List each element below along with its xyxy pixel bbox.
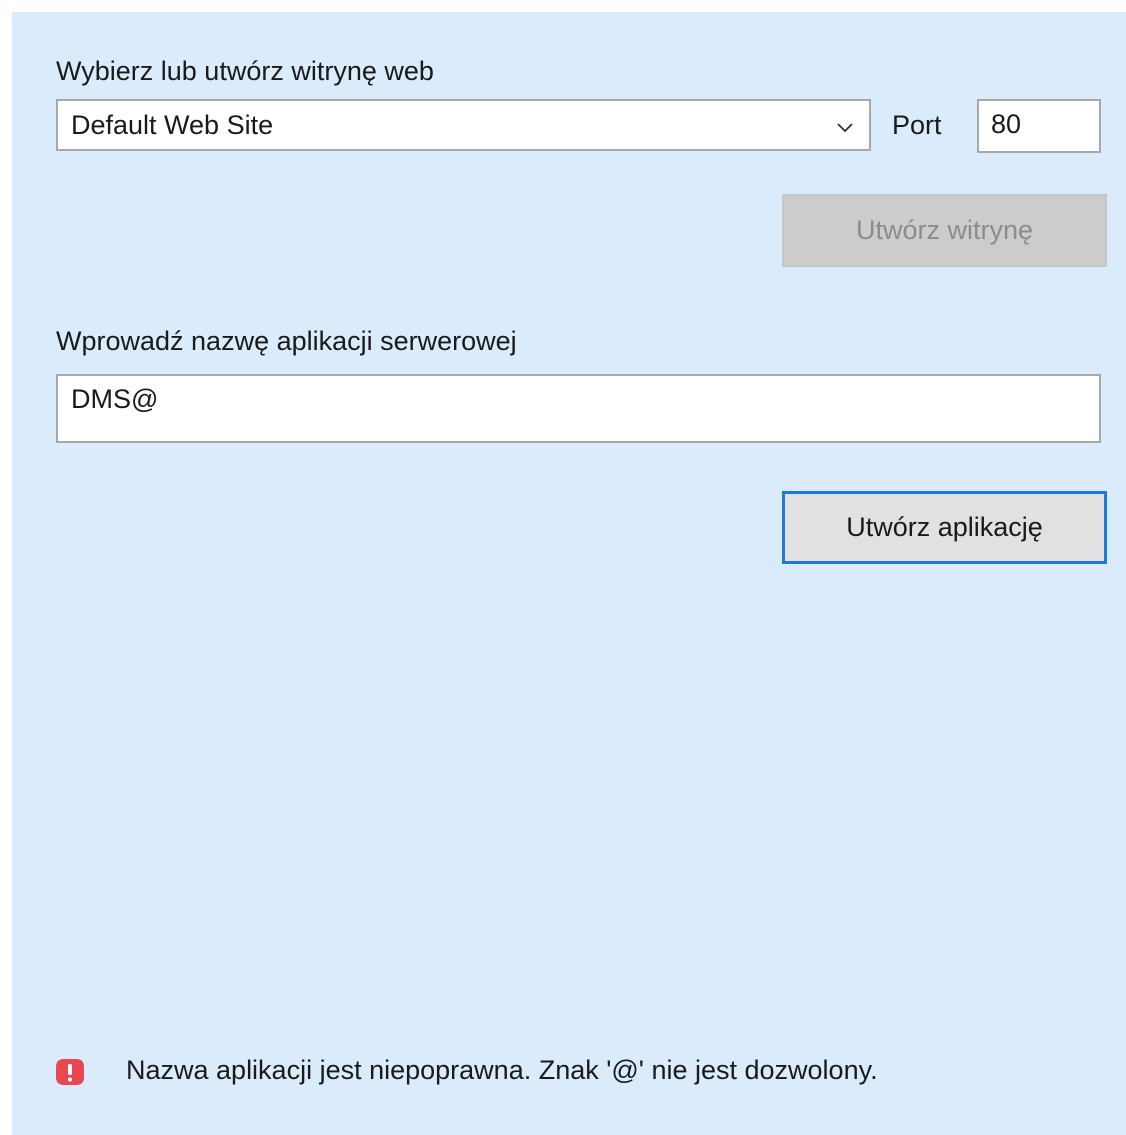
app-name-label: Wprowadź nazwę aplikacji serwerowej [56,326,517,356]
chevron-down-icon [837,123,853,133]
create-site-button[interactable]: Utwórz witrynę [782,194,1107,267]
form-panel [12,12,1126,1135]
port-label: Port [892,110,942,140]
create-app-button[interactable]: Utwórz aplikację [782,491,1107,564]
port-input[interactable]: 80 [977,99,1101,153]
app-name-input[interactable]: DMS@ [56,374,1101,443]
site-select-label: Wybierz lub utwórz witrynę web [56,56,434,86]
site-dropdown[interactable]: Default Web Site [56,99,871,151]
site-dropdown-value: Default Web Site [71,110,274,140]
error-icon [56,1059,84,1085]
error-message: Nazwa aplikacji jest niepoprawna. Znak '… [126,1055,878,1085]
